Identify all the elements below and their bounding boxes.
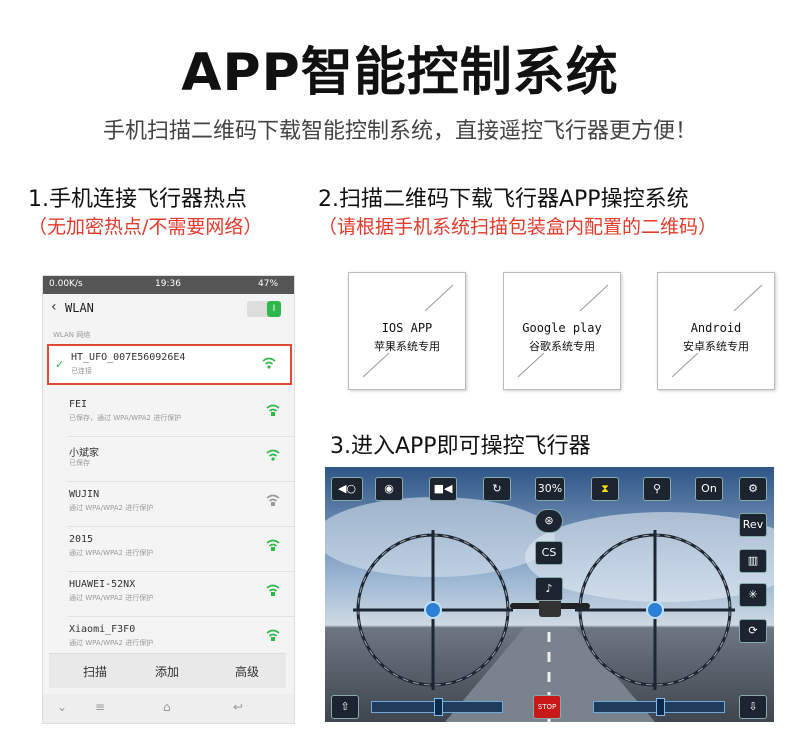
speed-button[interactable]: 30% [535,477,565,501]
wlan-title: WLAN [65,301,94,315]
scan-button[interactable]: 扫描 [83,663,107,680]
page-subtitle: 手机扫描二维码下载智能控制系统，直接遥控飞行器更方便！ [102,119,697,144]
wifi-icon [266,449,280,461]
network-name: HT_UFO_007E560926E4 [71,352,186,363]
calibrate-icon[interactable]: ⚲ [643,477,671,501]
slider-thumb[interactable] [434,698,443,716]
network-item[interactable]: Xiaomi_F3F0 通过 WPA/WPA2 进行保护 [43,616,294,652]
back-arrow-icon[interactable]: ‹ [51,299,57,315]
network-name: Xiaomi_F3F0 [69,624,136,635]
network-status: 通过 WPA/WPA2 进行保护 [69,549,154,557]
left-joystick-knob [424,601,442,619]
network-status: 通过 WPA/WPA2 进行保护 [69,504,154,512]
wifi-lock-icon [266,494,280,506]
wifi-icon [262,357,276,369]
network-item[interactable]: 2015 通过 WPA/WPA2 进行保护 [43,526,294,570]
wlan-toggle[interactable]: I [247,301,281,317]
replay-icon[interactable]: ↻ [483,477,511,501]
wifi-lock-icon [266,584,280,596]
arrow-up-icon[interactable]: ⇧ [331,695,359,719]
add-button[interactable]: 添加 [155,663,179,680]
aux-button[interactable]: CS [535,541,563,565]
network-item[interactable]: 小斌家 已保存 [43,436,294,480]
network-name: FEI [69,399,88,410]
battery-level: 47% [258,279,279,289]
network-item[interactable]: HUAWEI-52NX 通过 WPA/WPA2 进行保护 [43,571,294,615]
stop-button[interactable]: STOP [533,695,561,719]
on-button[interactable]: On [695,477,723,501]
step1-note: （无加密热点/不需要网络） [28,216,263,238]
gear-icon[interactable]: ⚙ [739,477,767,501]
qr-box-android: Android 安卓系统专用 [657,272,775,390]
gravity-sensor-icon[interactable]: ⟳ [739,619,767,643]
step1-title: 1.手机连接飞行器热点 [28,187,247,212]
qr-label-desc: 谷歌系统专用 [529,340,595,353]
phone-screenshot: 0.00K/s 19:36 47% ‹ WLAN I WLAN 网络 ✓ HT_… [42,275,295,724]
qr-label-desc: 苹果系统专用 [374,340,440,353]
wifi-lock-icon [266,629,280,641]
network-name: WUJIN [69,489,100,500]
qr-label-os: Android [690,321,742,335]
split-screen-icon[interactable]: ▥ [739,549,767,573]
headless-icon[interactable]: ⊛ [535,509,563,533]
page-title: APP智能控制系统 [181,43,619,103]
network-status: 通过 WPA/WPA2 进行保护 [69,594,154,602]
qr-label-desc: 安卓系统专用 [683,340,749,353]
wifi-lock-icon [266,404,280,416]
altitude-hold-icon[interactable]: ⧗ [591,477,619,501]
network-item[interactable]: FEI 已保存，通过 WPA/WPA2 进行保护 [43,391,294,435]
flight-control-screen: ◀○ ◉ ■◀ ↻ 30% ⧗ ⚲ On ⚙ ⊛ CS ♪ Rev ▥ ✳ ⟳ … [325,467,774,722]
back-icon[interactable]: ↩ [233,700,243,714]
network-status: 通过 WPA/WPA2 进行保护 [69,639,154,647]
check-icon: ✓ [55,358,65,371]
toggle-knob: I [267,301,281,317]
network-item-connected[interactable]: ✓ HT_UFO_007E560926E4 已连接 [47,344,292,385]
trim-slider-left[interactable] [371,698,503,716]
chevron-down-icon[interactable]: ⌄ [57,700,67,714]
rev-button[interactable]: Rev [739,513,767,537]
network-status: 已连接 [71,367,92,375]
trim-slider-right[interactable] [593,698,725,716]
step3-title: 3.进入APP即可操控飞行器 [330,434,591,459]
clock: 19:36 [155,279,181,289]
network-name: HUAWEI-52NX [69,579,136,590]
wlan-action-bar: 扫描 添加 高级 [49,653,286,688]
system-nav-bar: ⌄ ≡ ⌂ ↩ [43,694,294,723]
video-icon[interactable]: ■◀ [429,477,457,501]
advanced-button[interactable]: 高级 [235,663,259,680]
qr-label-os: Google play [522,321,602,335]
status-bar: 0.00K/s 19:36 47% [43,276,294,294]
wlan-header: ‹ WLAN I [43,294,294,324]
network-status: 已保存 [69,459,90,467]
light-icon[interactable]: ✳ [739,583,767,607]
network-name: 2015 [69,534,94,545]
qr-label-os: IOS APP [381,321,433,335]
section-label: WLAN 网络 [53,331,91,339]
network-name: 小斌家 [69,448,99,459]
qr-box-google: Google play 谷歌系统专用 [503,272,621,390]
camera-icon[interactable]: ◉ [375,477,403,501]
network-item[interactable]: WUJIN 通过 WPA/WPA2 进行保护 [43,481,294,525]
network-status: 已保存，通过 WPA/WPA2 进行保护 [69,414,182,422]
menu-icon[interactable]: ≡ [95,700,105,714]
exit-icon[interactable]: ◀○ [331,477,363,501]
right-joystick-knob [646,601,664,619]
step2-note: （请根据手机系统扫描包装盒内配置的二维码） [318,216,718,238]
qr-box-ios: IOS APP 苹果系统专用 [348,272,466,390]
home-icon[interactable]: ⌂ [163,700,171,714]
wifi-lock-icon [266,539,280,551]
arrow-down-icon[interactable]: ⇩ [739,695,767,719]
microphone-icon[interactable]: ♪ [535,577,563,601]
step2-title: 2.扫描二维码下载飞行器APP操控系统 [318,187,689,212]
slider-thumb[interactable] [656,698,665,716]
network-speed: 0.00K/s [49,279,83,289]
